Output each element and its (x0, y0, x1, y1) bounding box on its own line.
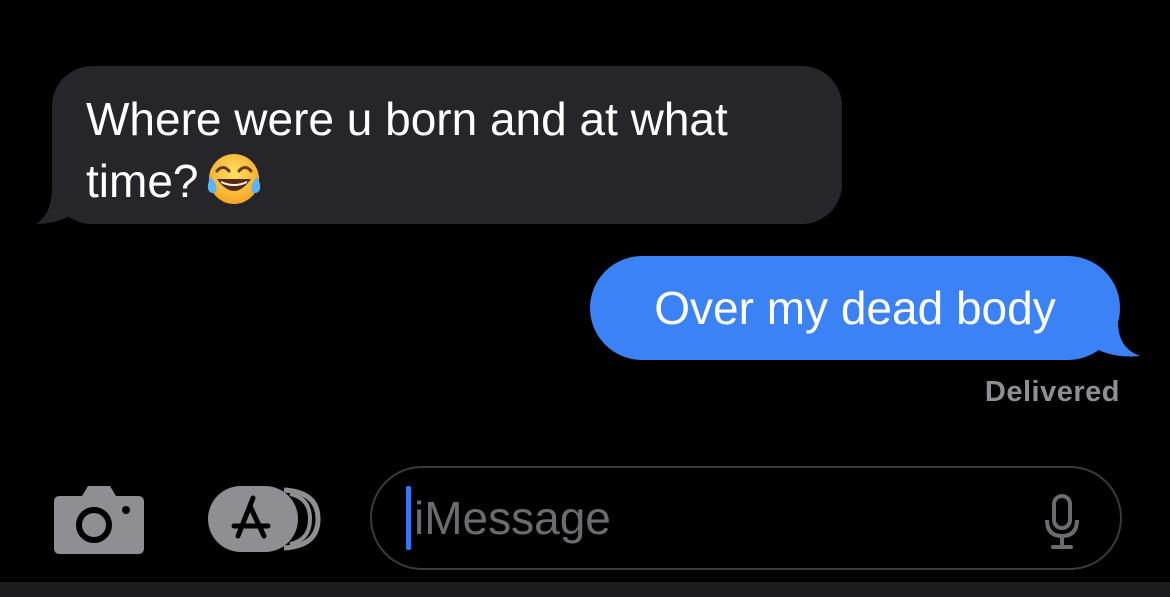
incoming-message-line-2: time? (86, 150, 808, 212)
camera-icon[interactable] (52, 482, 146, 556)
outgoing-message-text: Over my dead body (654, 282, 1056, 334)
imessage-placeholder: iMessage (414, 492, 611, 544)
outgoing-message-bubble[interactable]: Over my dead body (590, 256, 1120, 360)
incoming-message-line-2-text: time? (86, 155, 199, 207)
messages-screen: Where were u born and at what time? Over… (0, 0, 1170, 597)
keyboard-edge (0, 582, 1170, 597)
delivery-status: Delivered (984, 376, 1120, 408)
incoming-message-line-1: Where were u born and at what (86, 93, 728, 145)
text-cursor (406, 486, 411, 550)
incoming-message-bubble[interactable]: Where were u born and at what time? (52, 66, 842, 224)
microphone-icon[interactable] (1044, 494, 1080, 550)
face-with-tears-of-joy-icon (208, 154, 261, 204)
app-store-icon[interactable] (206, 484, 324, 554)
imessage-input[interactable]: iMessage (370, 466, 1122, 570)
